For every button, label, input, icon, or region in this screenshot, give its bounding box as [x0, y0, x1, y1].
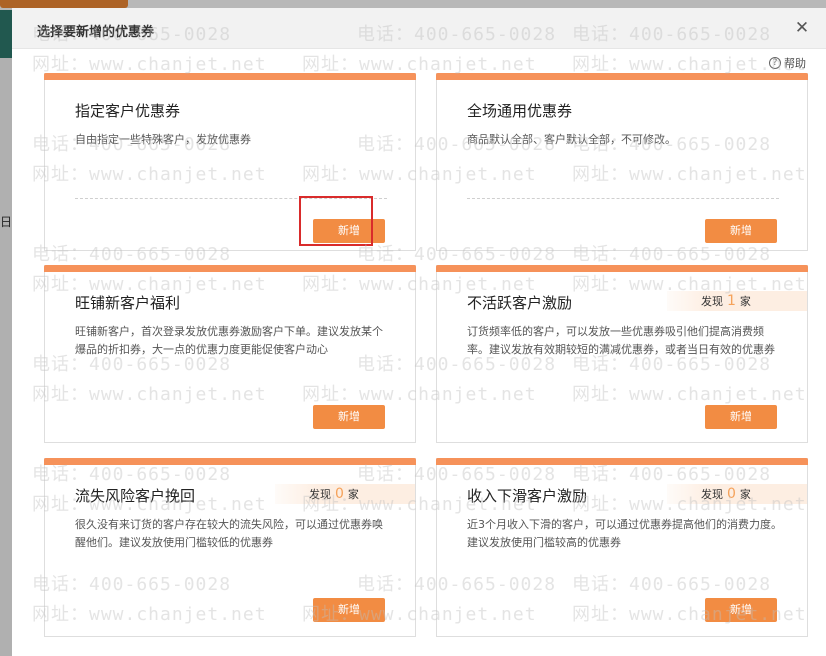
found-count-badge: 发现 0 家 [667, 484, 807, 504]
found-suffix: 家 [739, 295, 751, 308]
add-button-inactive-customer[interactable]: 新增 [705, 405, 777, 429]
found-count-badge: 发现 1 家 [667, 291, 807, 311]
card-description: 近3个月收入下滑的客户，可以通过优惠券提高他们的消费力度。建议发放使用门槛较高的… [467, 518, 782, 549]
found-count: 0 [727, 486, 736, 502]
card-title: 流失风险客户挽回 [75, 487, 196, 505]
help-label: 帮助 [784, 57, 806, 70]
card-title: 收入下滑客户激励 [467, 487, 588, 505]
found-suffix: 家 [347, 488, 359, 501]
found-prefix: 发现 [701, 488, 723, 501]
add-button-designated-customer[interactable]: 新增 [313, 219, 385, 243]
dialog-title: 选择要新增的优惠券 [37, 25, 155, 40]
card-divider [75, 198, 387, 199]
found-count: 0 [335, 486, 344, 502]
help-icon: ? [769, 57, 781, 69]
card-top-bar [436, 73, 808, 80]
card-top-bar [44, 458, 416, 465]
add-button-churn-risk[interactable]: 新增 [313, 598, 385, 622]
card-title: 旺铺新客户福利 [75, 294, 181, 312]
found-suffix: 家 [739, 488, 751, 501]
close-icon[interactable]: ✕ [794, 20, 810, 37]
card-new-customer-welfare: 旺铺新客户福利 旺铺新客户，首次登录发放优惠券激励客户下单。建议发放某个爆品的折… [44, 265, 416, 443]
card-top-bar [44, 73, 416, 80]
card-storewide-coupon: 全场通用优惠券 商品默认全部、客户默认全部，不可修改。 新增 [436, 73, 808, 251]
card-revenue-decline-incentive: 收入下滑客户激励 发现 0 家 近3个月收入下滑的客户，可以通过优惠券提高他们的消费… [436, 458, 808, 637]
coupon-type-dialog: 选择要新增的优惠券 ✕ ? 帮助 指定客户优惠券 自由指定一些特殊客户，发放优惠… [12, 8, 826, 656]
found-prefix: 发现 [701, 295, 723, 308]
dialog-header: 选择要新增的优惠券 ✕ [12, 8, 826, 49]
card-description: 自由指定一些特殊客户，发放优惠券 [75, 133, 251, 146]
card-title: 不活跃客户激励 [467, 294, 573, 312]
card-description: 商品默认全部、客户默认全部，不可修改。 [467, 133, 676, 146]
card-description: 订货频率低的客户，可以发放一些优惠券吸引他们提高消费频率。建议发放有效期较短的满… [467, 325, 775, 356]
add-button-revenue-decline[interactable]: 新增 [705, 598, 777, 622]
card-description: 旺铺新客户，首次登录发放优惠券激励客户下单。建议发放某个爆品的折扣券，大一点的优… [75, 325, 383, 356]
found-prefix: 发现 [309, 488, 331, 501]
card-inactive-customer-incentive: 不活跃客户激励 发现 1 家 订货频率低的客户，可以发放一些优惠券吸引他们提高消费频… [436, 265, 808, 443]
help-link[interactable]: ? 帮助 [769, 55, 806, 71]
add-button-new-customer[interactable]: 新增 [313, 405, 385, 429]
card-divider [467, 198, 779, 199]
card-designated-customer-coupon: 指定客户优惠券 自由指定一些特殊客户，发放优惠券 新增 [44, 73, 416, 251]
card-churn-risk-recovery: 流失风险客户挽回 发现 0 家 很久没有来订货的客户存在较大的流失风险，可以通过优惠… [44, 458, 416, 637]
found-count-badge: 发现 0 家 [275, 484, 415, 504]
card-top-bar [44, 265, 416, 272]
card-top-bar [436, 265, 808, 272]
card-description: 很久没有来订货的客户存在较大的流失风险，可以通过优惠券唤醒他们。建议发放使用门槛… [75, 518, 383, 549]
card-title: 全场通用优惠券 [467, 102, 573, 120]
found-count: 1 [727, 293, 736, 309]
card-title: 指定客户优惠券 [75, 102, 181, 120]
card-top-bar [436, 458, 808, 465]
add-button-storewide[interactable]: 新增 [705, 219, 777, 243]
